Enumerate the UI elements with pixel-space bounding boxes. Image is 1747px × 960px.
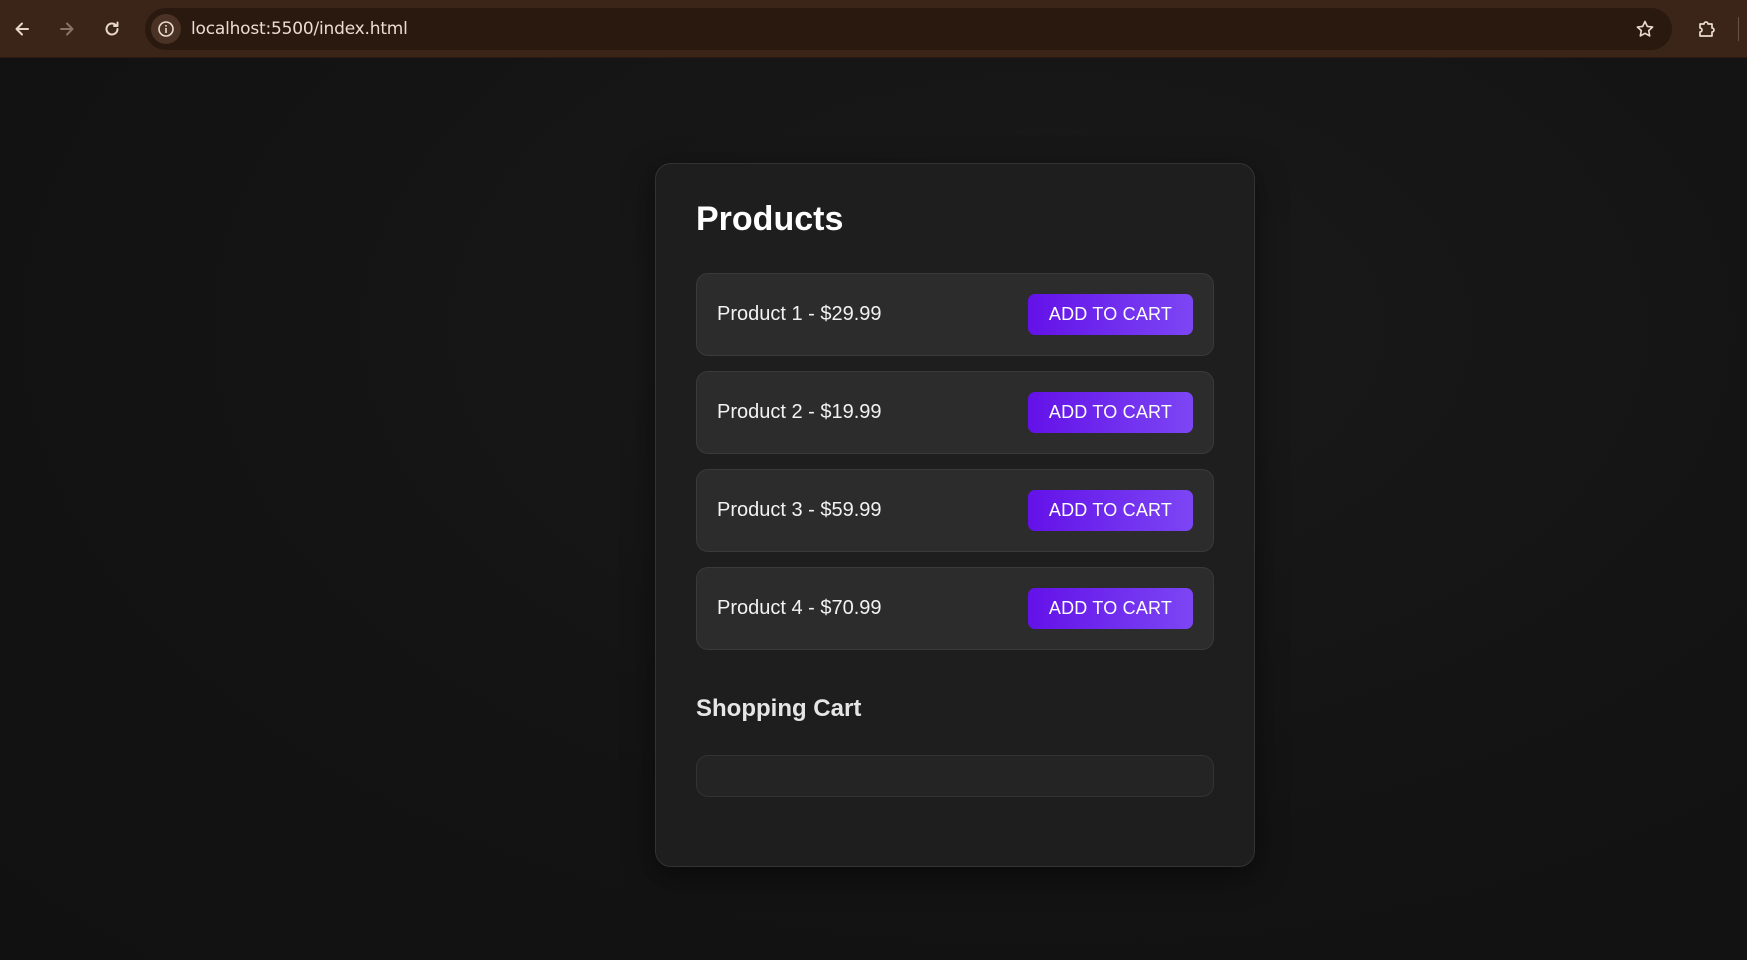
product-label: Product 2 - $19.99 — [717, 401, 882, 423]
url-text[interactable]: localhost:5500/index.html — [191, 19, 408, 39]
add-to-cart-button[interactable]: ADD TO CART — [1028, 294, 1193, 335]
add-to-cart-button[interactable]: ADD TO CART — [1028, 490, 1193, 531]
bookmark-button[interactable] — [1630, 14, 1660, 44]
arrow-left-icon — [15, 22, 29, 36]
back-button[interactable] — [5, 12, 39, 46]
product-label: Product 3 - $59.99 — [717, 499, 882, 521]
product-item: Product 3 - $59.99 ADD TO CART — [696, 469, 1214, 552]
product-item: Product 1 - $29.99 ADD TO CART — [696, 273, 1214, 356]
reload-button[interactable] — [95, 12, 129, 46]
shop-card: Products Product 1 - $29.99 ADD TO CART … — [655, 163, 1255, 867]
extensions-button[interactable] — [1690, 12, 1724, 46]
product-list: Product 1 - $29.99 ADD TO CART Product 2… — [696, 273, 1214, 665]
arrow-right-icon — [60, 22, 74, 36]
address-bar[interactable]: localhost:5500/index.html — [145, 8, 1672, 50]
product-label: Product 1 - $29.99 — [717, 303, 882, 325]
forward-button[interactable] — [50, 12, 84, 46]
products-heading: Products — [696, 200, 844, 238]
add-to-cart-button[interactable]: ADD TO CART — [1028, 392, 1193, 433]
reload-icon — [105, 21, 119, 36]
browser-toolbar: localhost:5500/index.html — [0, 0, 1747, 58]
product-item: Product 2 - $19.99 ADD TO CART — [696, 371, 1214, 454]
cart-list — [696, 755, 1214, 797]
toolbar-divider — [1738, 17, 1739, 41]
product-item: Product 4 - $70.99 ADD TO CART — [696, 567, 1214, 650]
shopping-cart-heading: Shopping Cart — [696, 695, 862, 722]
product-label: Product 4 - $70.99 — [717, 597, 882, 619]
info-icon — [158, 21, 174, 37]
page-viewport: Products Product 1 - $29.99 ADD TO CART … — [0, 58, 1747, 960]
star-icon — [1636, 20, 1654, 37]
puzzle-icon — [1699, 21, 1715, 37]
add-to-cart-button[interactable]: ADD TO CART — [1028, 588, 1193, 629]
site-info-button[interactable] — [151, 14, 181, 44]
